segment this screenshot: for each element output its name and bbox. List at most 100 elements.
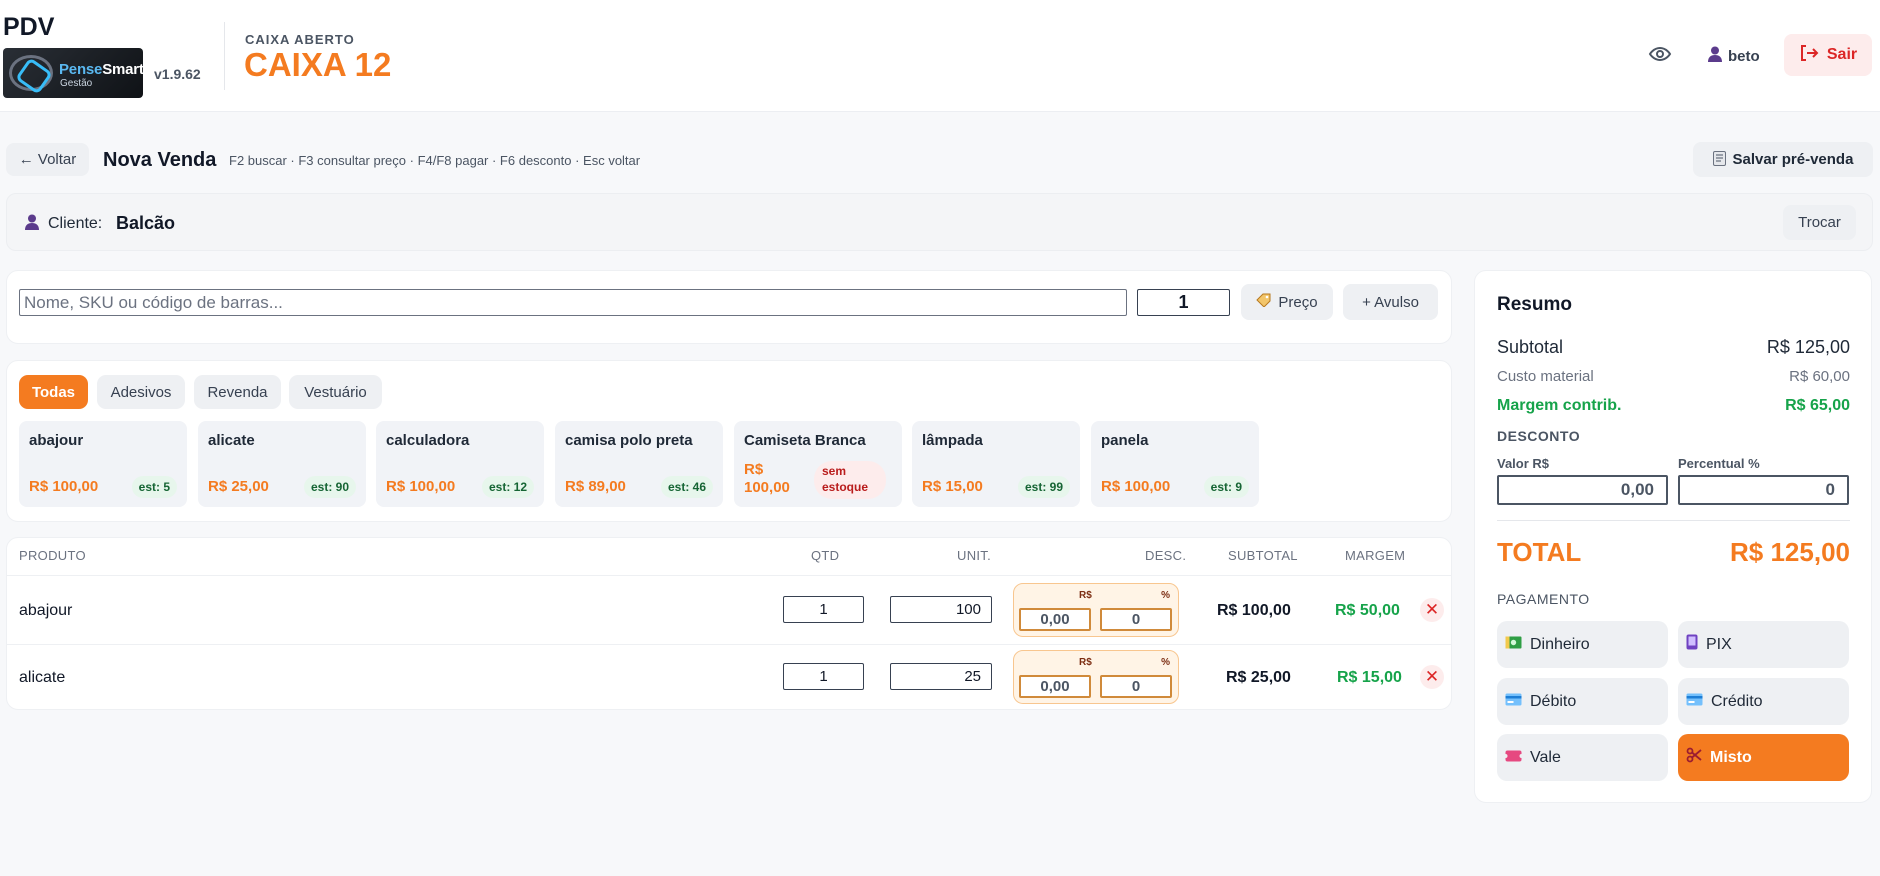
product-card[interactable]: abajour R$ 100,00 est: 5 (19, 421, 187, 507)
user-name: beto (1728, 47, 1760, 65)
product-price: R$ 100,00 (1101, 478, 1171, 495)
resumo-title: Resumo (1497, 294, 1572, 315)
cart-item-name: abajour (19, 602, 73, 619)
pagamento-label: PAGAMENTO (1497, 591, 1590, 607)
resumo-divider (1497, 520, 1850, 521)
product-card[interactable]: camisa polo preta R$ 89,00 est: 46 (555, 421, 723, 507)
cart-item-margem: R$ 15,00 (1337, 669, 1402, 686)
product-card[interactable]: Camiseta Branca R$ 100,00 sem estoque (734, 421, 902, 507)
pay-dinheiro-button[interactable]: Dinheiro (1497, 621, 1668, 668)
user-menu[interactable]: beto (1708, 45, 1760, 67)
product-price: R$ 100,00 (29, 478, 99, 495)
stock-badge: est: 90 (303, 476, 356, 498)
discount-value-input[interactable] (1019, 675, 1091, 698)
pay-pix-label: PIX (1706, 635, 1732, 653)
stock-badge: est: 5 (131, 476, 177, 498)
product-name: Camiseta Branca (744, 432, 866, 449)
logout-icon (1799, 44, 1819, 67)
discount-currency-label: R$ (1079, 590, 1092, 601)
cart-item-qty-input[interactable] (783, 663, 864, 690)
pay-pix-button[interactable]: PIX (1678, 621, 1849, 668)
col-header-margem: MARGEM (1345, 548, 1406, 563)
cash-icon (1505, 636, 1522, 654)
tab-revenda[interactable]: Revenda (194, 375, 281, 409)
save-prevenda-label: Salvar pré-venda (1732, 151, 1854, 168)
logo-mark-icon (9, 55, 53, 91)
add-avulso-button[interactable]: + Avulso (1343, 284, 1438, 320)
tab-todas[interactable]: Todas (19, 375, 88, 409)
preco-label: Preço (1278, 293, 1318, 311)
custo-label: Custo material (1497, 368, 1594, 385)
discount-value-input[interactable] (1019, 608, 1091, 631)
product-name: calculadora (386, 432, 470, 449)
row-divider (6, 644, 1452, 645)
cart-item-margem: R$ 50,00 (1335, 602, 1400, 619)
logo-subtitle: Gestão (60, 78, 93, 89)
remove-item-icon[interactable]: ✕ (1420, 598, 1444, 622)
total-value: R$ 125,00 (1730, 537, 1850, 567)
pay-credito-button[interactable]: Crédito (1678, 678, 1849, 725)
stock-badge: est: 12 (481, 476, 534, 498)
cart-item-qty-input[interactable] (783, 596, 864, 623)
quantity-input[interactable] (1137, 289, 1230, 316)
cart-item-unit-input[interactable] (890, 663, 992, 690)
discount-percent-input[interactable] (1100, 608, 1172, 631)
cart-item-name: alicate (19, 669, 66, 686)
col-header-unit: UNIT. (957, 548, 991, 563)
desconto-label: DESCONTO (1497, 428, 1581, 444)
cart-item-subtotal: R$ 25,00 (1226, 669, 1291, 686)
page-title: Nova Venda (103, 149, 217, 171)
desconto-percent-input[interactable] (1678, 475, 1849, 505)
product-name: alicate (208, 432, 255, 449)
logo-text-pense: Pense (59, 61, 103, 78)
discount-currency-label: R$ (1079, 657, 1092, 668)
product-price: R$ 15,00 (922, 478, 983, 495)
app-version: v1.9.62 (154, 66, 201, 82)
logout-button[interactable]: Sair (1784, 34, 1872, 76)
pay-debito-button[interactable]: Débito (1497, 678, 1668, 725)
cart-item-discount: R$ % (1013, 650, 1179, 704)
total-label: TOTAL (1497, 537, 1582, 567)
back-button[interactable]: ← Voltar (6, 143, 89, 176)
product-name: abajour (29, 432, 84, 449)
product-card[interactable]: calculadora R$ 100,00 est: 12 (376, 421, 544, 507)
eye-icon[interactable] (1648, 42, 1672, 66)
percentual-label: Percentual % (1678, 456, 1760, 471)
remove-item-icon[interactable]: ✕ (1420, 665, 1444, 689)
cliente-label: Cliente: (48, 215, 103, 232)
cliente-user-icon (25, 214, 39, 235)
caixa-status: CAIXA ABERTO (245, 32, 355, 47)
search-input[interactable] (19, 289, 1127, 316)
product-name: camisa polo preta (565, 432, 693, 449)
product-card[interactable]: alicate R$ 25,00 est: 90 (198, 421, 366, 507)
tab-adesivos[interactable]: Adesivos (97, 375, 185, 409)
custo-value: R$ 60,00 (1789, 368, 1850, 385)
pay-misto-button[interactable]: Misto (1678, 734, 1849, 781)
product-name: panela (1101, 432, 1149, 449)
stock-badge: est: 99 (1017, 476, 1070, 498)
app-title: PDV (3, 13, 55, 41)
margem-label: Margem contrib. (1497, 397, 1622, 414)
discount-percent-input[interactable] (1100, 675, 1172, 698)
cliente-card (6, 193, 1873, 251)
tab-vestuario[interactable]: Vestuário (289, 375, 382, 409)
cliente-name: Balcão (116, 213, 176, 233)
desconto-valor-input[interactable] (1497, 475, 1668, 505)
notepad-icon (1712, 150, 1726, 170)
col-header-subtotal: SUBTOTAL (1228, 548, 1298, 563)
product-price: R$ 89,00 (565, 478, 626, 495)
product-card[interactable]: panela R$ 100,00 est: 9 (1091, 421, 1259, 507)
debit-card-icon (1505, 693, 1522, 711)
pay-debito-label: Débito (1530, 692, 1577, 710)
scissors-icon (1686, 747, 1702, 768)
trocar-cliente-button[interactable]: Trocar (1783, 205, 1856, 240)
cart-item-discount: R$ % (1013, 583, 1179, 637)
cart-item-unit-input[interactable] (890, 596, 992, 623)
product-card[interactable]: lâmpada R$ 15,00 est: 99 (912, 421, 1080, 507)
discount-percent-label: % (1161, 590, 1170, 601)
save-prevenda-button[interactable]: Salvar pré-venda (1693, 142, 1873, 177)
pensesmart-logo: PenseSmart Gestão (3, 48, 143, 98)
subtotal-value: R$ 125,00 (1766, 337, 1850, 357)
consultar-preco-button[interactable]: Preço (1241, 284, 1333, 320)
pay-vale-button[interactable]: Vale (1497, 734, 1668, 781)
